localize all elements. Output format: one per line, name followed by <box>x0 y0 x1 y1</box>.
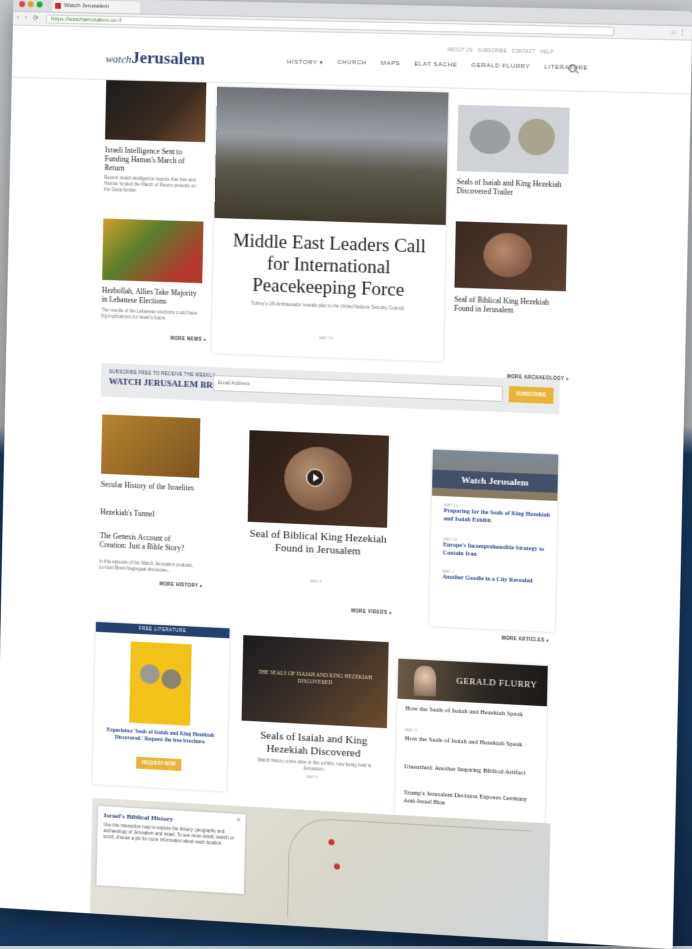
promo-banner: FREE LITERATURE <box>95 621 230 639</box>
email-input[interactable] <box>212 375 503 402</box>
history-summary: In this episode of the Watch Jerusalem p… <box>99 558 194 573</box>
flurry-item-4[interactable]: Trump's Jerusalem Decision Exposes Germa… <box>403 789 539 813</box>
nav-maps[interactable]: MAPS <box>381 61 401 68</box>
brochure-image[interactable] <box>129 641 192 726</box>
flurry-item-1[interactable]: How the Seals of Isaiah and Hezekiah Spe… <box>405 705 540 720</box>
news-summary-2: The results of the Lebanese elections co… <box>101 307 198 321</box>
map-pin-icon[interactable] <box>328 839 335 846</box>
article-date-2: MAY 10 <box>443 536 458 542</box>
map-pin-icon[interactable] <box>333 863 341 870</box>
more-news-link[interactable]: MORE NEWS » <box>170 336 206 342</box>
video-title[interactable]: Seal of Biblical King Hezekiah Found in … <box>245 528 391 560</box>
literature-promo: FREE LITERATURE Experience 'Seals of Isa… <box>92 621 230 792</box>
article-title-2[interactable]: Europe's Incomprehensible Strategy to Co… <box>443 542 553 562</box>
maximize-icon[interactable] <box>36 1 43 8</box>
hezekiah-seal-image[interactable] <box>454 221 568 292</box>
map-coastline <box>287 816 532 933</box>
magazine-cover[interactable]: Watch Jerusalem <box>431 449 559 501</box>
minimize-icon[interactable] <box>27 1 34 8</box>
flurry-banner[interactable]: GERALD FLURRY <box>397 658 548 707</box>
seals-exhibit-image[interactable]: THE SEALS OF ISAIAH AND KING HEZEKIAH DI… <box>241 635 389 729</box>
feature-date: MAY 16 <box>319 335 333 341</box>
exhibit-image-caption: THE SEALS OF ISAIAH AND KING HEZEKIAH DI… <box>258 669 373 687</box>
flurry-item-3[interactable]: Unearthed: Another Inspiring Biblical Ar… <box>404 763 539 778</box>
nav-gerald-flurry[interactable]: GERALD FLURRY <box>471 63 530 71</box>
history-item-3[interactable]: The Genesis Account of Creation: Just a … <box>99 531 197 553</box>
map-title: Israel's Biblical History <box>103 811 174 824</box>
main-nav: HISTORY ▾ CHURCH MAPS ELAT SACHE GERALD … <box>287 59 588 73</box>
newsletter-label-main: WATCH JERUSALEM BRIEF <box>108 376 228 391</box>
articles-card: Watch Jerusalem MAY 14 Preparing for the… <box>429 449 559 633</box>
newsletter-bar: SUBSCRIBE FREE TO RECEIVE THE WEEKLY WAT… <box>100 362 560 415</box>
close-icon[interactable] <box>19 1 26 8</box>
seals-trailer-image[interactable] <box>456 104 570 175</box>
history-item-2[interactable]: Hezekiah's Tunnel <box>100 507 198 520</box>
search-icon[interactable] <box>568 64 577 73</box>
history-item-1[interactable]: Secular History of the Israelites <box>101 480 199 493</box>
history-image[interactable] <box>101 414 201 478</box>
article-title-1[interactable]: Preparing for the Seals of King Hezekiah… <box>443 508 553 528</box>
subscribe-button[interactable]: SUBSCRIBE <box>508 386 554 404</box>
nav-elat[interactable]: ELAT SACHE <box>414 62 457 70</box>
map-close-icon[interactable]: × <box>236 817 240 824</box>
tab-title: Watch Jerusalem <box>63 2 109 10</box>
favicon-icon <box>55 2 62 9</box>
nav-history[interactable]: HISTORY ▾ <box>287 59 323 67</box>
news-title-2[interactable]: Hezbollah, Allies Take Majority in Leban… <box>102 286 200 307</box>
gerald-flurry-card: GERALD FLURRY How the Seals of Isaiah an… <box>394 658 548 838</box>
logo-jerusalem: Jerusalem <box>131 48 205 69</box>
flurry-item-2[interactable]: How the Seals of Isaiah and Hezekiah Spe… <box>405 735 540 750</box>
exhibit-date: MAY 8 <box>305 773 318 780</box>
article-title-3[interactable]: Another Goodie in a City Revealed <box>442 574 551 587</box>
news-summary-1: Recent Israeli intelligence reports that… <box>103 175 197 193</box>
request-now-button[interactable]: REQUEST NOW <box>136 756 182 772</box>
feature-image[interactable] <box>214 86 449 226</box>
map-info-panel: Israel's Biblical History × Use this int… <box>96 806 246 894</box>
video-thumbnail[interactable] <box>247 430 390 528</box>
toolbar-icons[interactable]: ☆ ⋮ <box>670 28 686 36</box>
window-controls[interactable] <box>19 1 43 8</box>
flurry-portrait <box>413 665 437 697</box>
nav-buttons[interactable]: ‹ › ⟳ <box>17 14 41 22</box>
logo-watch: watch <box>105 53 132 66</box>
nav-literature[interactable]: LITERATURE <box>544 65 588 73</box>
article-date-3: MAY 4 <box>442 568 455 574</box>
feature-card[interactable]: Middle East Leaders Call for Internation… <box>211 86 449 362</box>
utility-links[interactable]: ABOUT US · SUBSCRIBE · CONTACT · HELP <box>447 47 553 54</box>
map-description: Use this interactive map to explore the … <box>103 822 235 846</box>
feature-title[interactable]: Middle East Leaders Call for Internation… <box>225 230 434 303</box>
video-date: MAY 8 <box>309 578 322 584</box>
flurry-date: MAY 3 <box>404 727 417 733</box>
more-videos-link[interactable]: MORE VIDEOS » <box>351 608 392 615</box>
article-date-1: MAY 14 <box>443 502 458 508</box>
logo-tagline <box>106 68 205 70</box>
magazine-label: Watch Jerusalem <box>432 469 558 493</box>
promo-title: Experience 'Seals of Isaiah and King Hez… <box>106 727 215 746</box>
feature-summary: Turkey's UN Ambassador reveals plan to t… <box>250 300 406 312</box>
site-logo[interactable]: watchJerusalem <box>106 47 205 70</box>
news-title-1[interactable]: Israeli Intelligence Sent to Funding Ham… <box>104 145 203 175</box>
flurry-banner-label: GERALD FLURRY <box>456 675 538 690</box>
news-image-1[interactable] <box>105 80 207 143</box>
hezekiah-seal-title[interactable]: Seal of Biblical King Hezekiah Found in … <box>454 295 568 317</box>
nav-church[interactable]: CHURCH <box>337 60 367 68</box>
browser-window: Watch Jerusalem ‹ › ⟳ https://watchjerus… <box>0 0 692 949</box>
browser-tab[interactable]: Watch Jerusalem <box>52 0 141 14</box>
more-articles-link[interactable]: MORE ARTICLES » <box>502 636 550 643</box>
news-image-2[interactable] <box>102 218 204 284</box>
more-history-link[interactable]: MORE HISTORY » <box>159 581 202 588</box>
seals-trailer-title[interactable]: Seals of Isaiah and King Hezekiah Discov… <box>456 177 570 198</box>
